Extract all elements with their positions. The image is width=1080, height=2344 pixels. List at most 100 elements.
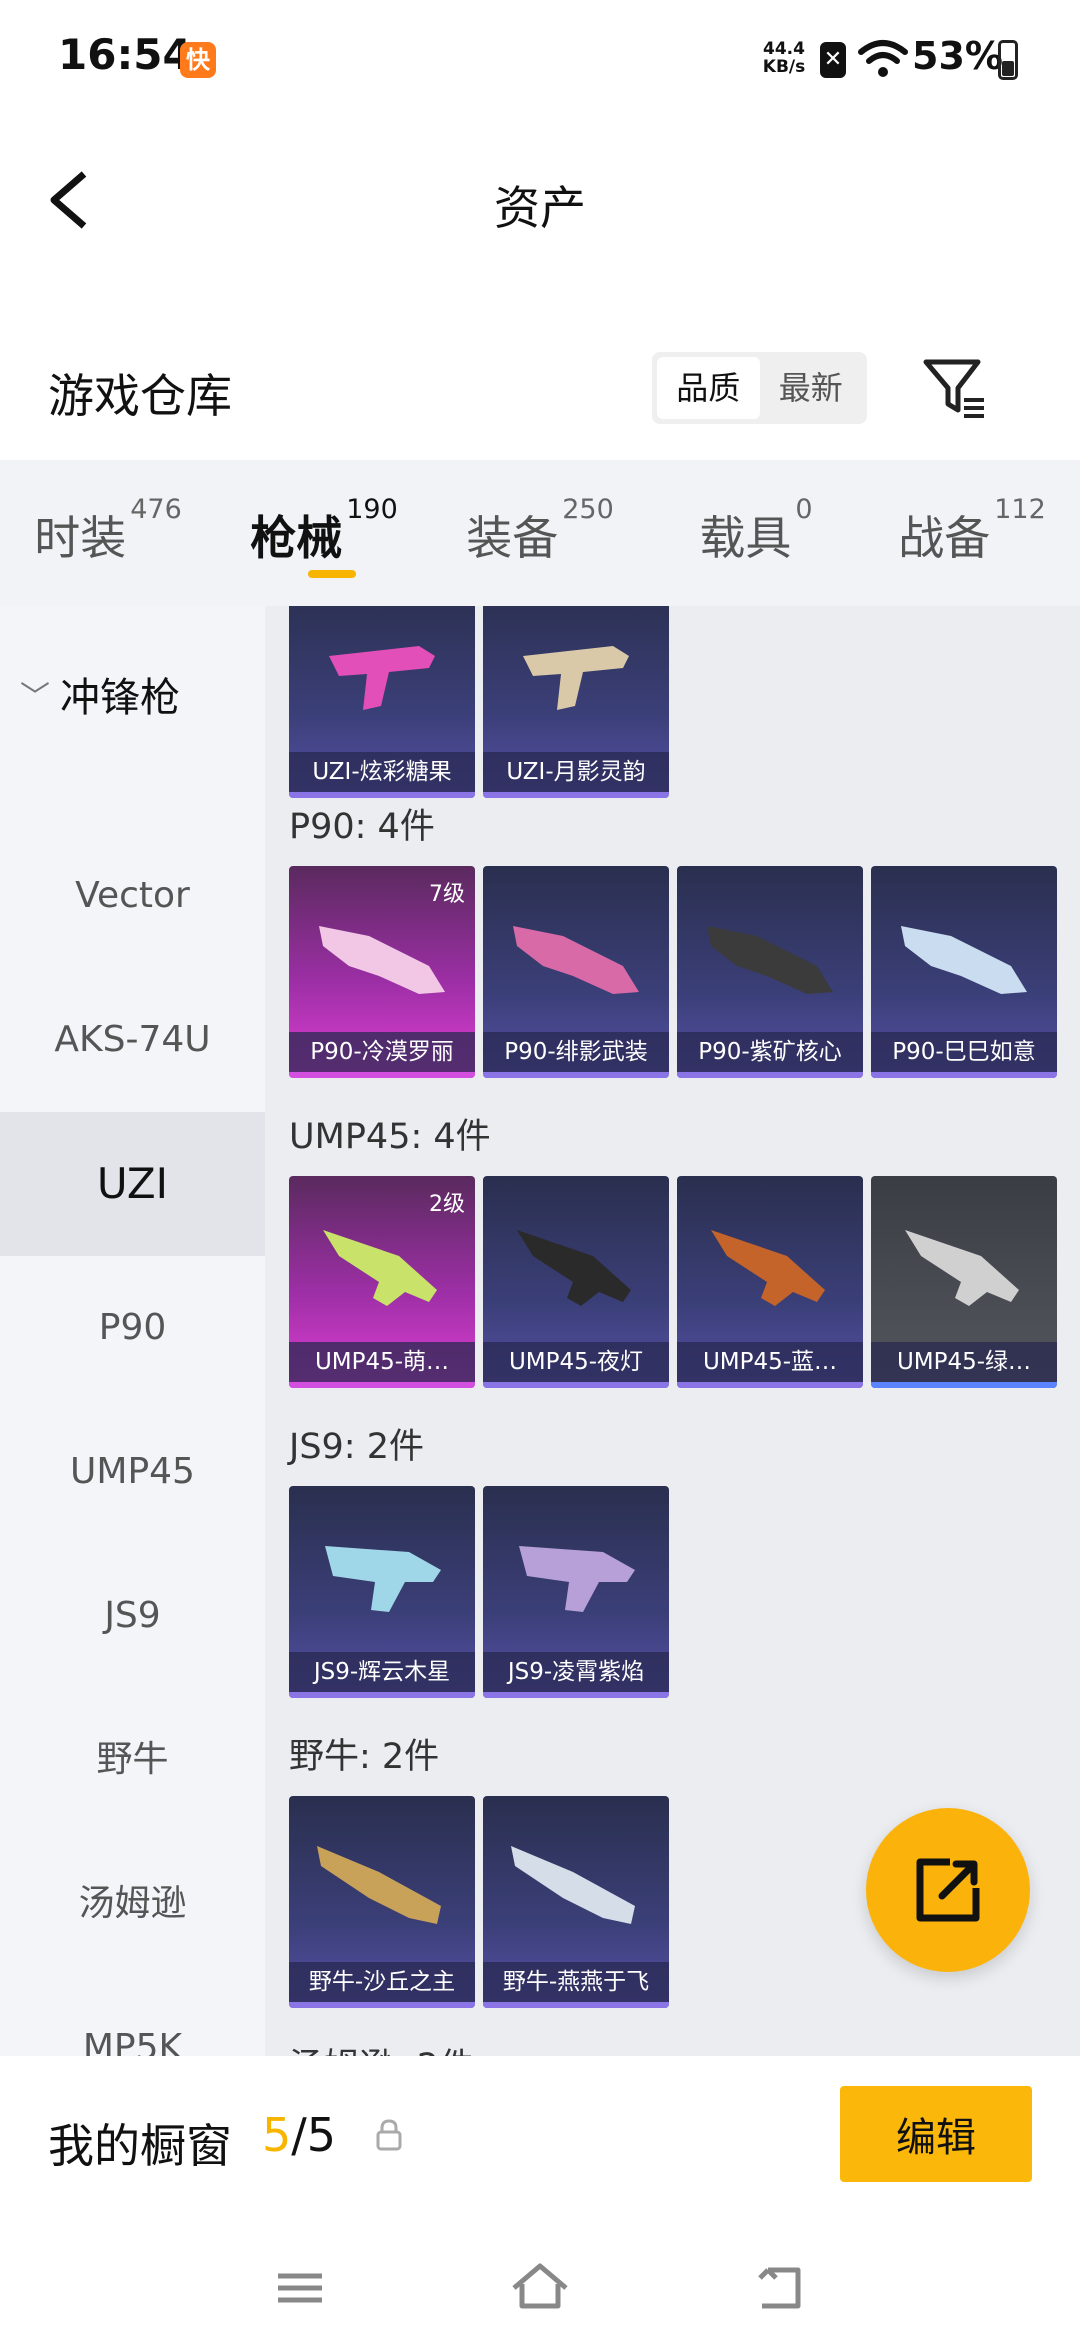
- filter-icon[interactable]: [920, 354, 990, 424]
- weapon-skin-image: [317, 1846, 441, 1924]
- net-speed: 44.4 KB/s: [760, 40, 808, 76]
- tab-count: 0: [795, 494, 813, 525]
- back-icon[interactable]: [748, 2258, 812, 2318]
- item-name: JS9-凌霄紫焰: [483, 1652, 669, 1692]
- share-button[interactable]: [866, 1808, 1030, 1972]
- weapon-skin-image: [707, 926, 833, 994]
- quality-bar: [871, 1382, 1057, 1388]
- weapon-skin-image: [523, 646, 629, 710]
- home-icon[interactable]: [508, 2258, 572, 2318]
- tab-vehicles[interactable]: 载具0: [648, 460, 864, 606]
- showcase-count-current: 5: [262, 2108, 292, 2162]
- item-card[interactable]: JS9-凌霄紫焰: [483, 1486, 669, 1698]
- sidebar-item-thompson[interactable]: 汤姆逊: [0, 1832, 265, 1976]
- net-speed-unit: KB/s: [762, 57, 806, 77]
- quality-bar: [483, 1382, 669, 1388]
- showcase-title: 我的橱窗: [48, 2119, 232, 2173]
- tab-firearms[interactable]: 枪械190: [216, 460, 432, 606]
- item-card[interactable]: JS9-辉云木星: [289, 1486, 475, 1698]
- share-export-icon: [916, 1858, 980, 1922]
- item-name: UZI-炫彩糖果: [289, 752, 475, 792]
- quality-bar: [289, 2002, 475, 2008]
- item-name: 野牛-沙丘之主: [289, 1962, 475, 2002]
- section-title: UMP45: 4件: [289, 1117, 491, 1157]
- sort-toggle: 品质 最新: [652, 352, 867, 424]
- page-title: 资产: [494, 181, 586, 235]
- sidebar-item-aks74u[interactable]: AKS-74U: [0, 968, 265, 1112]
- sort-option-quality[interactable]: 品质: [657, 357, 760, 419]
- item-name: 野牛-燕燕于飞: [483, 1962, 669, 2002]
- item-card[interactable]: UMP45-绿…: [871, 1176, 1057, 1388]
- sidebar-item-vector[interactable]: Vector: [0, 824, 265, 968]
- item-name: UMP45-蓝…: [677, 1342, 863, 1382]
- item-card[interactable]: UMP45-夜灯: [483, 1176, 669, 1388]
- quality-bar: [677, 1072, 863, 1078]
- weapon-skin-image: [513, 926, 639, 994]
- weapon-skin-image: [905, 1230, 1019, 1306]
- status-bar: 16:54 快 44.4 KB/s ✕ 53%: [0, 0, 1080, 120]
- item-card[interactable]: UZI-炫彩糖果: [289, 606, 475, 798]
- battery-icon: [998, 40, 1018, 80]
- quality-bar: [677, 1382, 863, 1388]
- weapon-type-sidebar: ﹀ 冲锋枪 Vector AKS-74U UZI P90 UMP45 JS9 野…: [0, 606, 265, 2068]
- showcase-count: 5/5: [262, 2108, 336, 2162]
- tab-count: 112: [994, 494, 1046, 525]
- showcase-count-separator: /: [291, 2108, 307, 2162]
- warehouse-title: 游戏仓库: [48, 369, 232, 423]
- status-time: 16:54: [58, 30, 192, 79]
- tab-count: 250: [562, 494, 614, 525]
- item-name: P90-冷漠罗丽: [289, 1032, 475, 1072]
- item-card[interactable]: 野牛-燕燕于飞: [483, 1796, 669, 2008]
- battery-percent: 53%: [912, 34, 1003, 78]
- weapon-skin-image: [325, 1546, 441, 1612]
- title-bar: 资产: [0, 120, 1080, 280]
- item-name: UMP45-夜灯: [483, 1342, 669, 1382]
- menu-icon[interactable]: [268, 2258, 332, 2318]
- weapon-skin-image: [329, 646, 435, 710]
- sidebar-item-js9[interactable]: JS9: [0, 1544, 265, 1688]
- item-name: P90-紫矿核心: [677, 1032, 863, 1072]
- category-tabs: 时装476 枪械190 装备250 载具0 战备112: [0, 460, 1080, 606]
- weapon-skin-image: [323, 1230, 437, 1306]
- tab-label: 战备: [898, 511, 991, 565]
- wifi-icon: [858, 40, 908, 77]
- sidebar-group-smg[interactable]: ﹀ 冲锋枪: [0, 626, 265, 770]
- item-card[interactable]: 2级 UMP45-萌…: [289, 1176, 475, 1388]
- item-card[interactable]: P90-绯影武装: [483, 866, 669, 1078]
- item-card[interactable]: UMP45-蓝…: [677, 1176, 863, 1388]
- quality-bar: [483, 2002, 669, 2008]
- tab-tactical[interactable]: 战备112: [864, 460, 1080, 606]
- item-card[interactable]: 野牛-沙丘之主: [289, 1796, 475, 2008]
- net-speed-value: 44.4: [763, 39, 805, 59]
- active-tab-indicator: [308, 570, 356, 578]
- quality-bar: [871, 1072, 1057, 1078]
- app-notification-icon: 快: [180, 42, 216, 78]
- quality-bar: [289, 1692, 475, 1698]
- section-title: JS9: 2件: [289, 1427, 424, 1467]
- weapon-skin-image: [901, 926, 1027, 994]
- sort-option-newest[interactable]: 最新: [760, 357, 863, 419]
- item-name: P90-绯影武装: [483, 1032, 669, 1072]
- item-card[interactable]: 7级 P90-冷漠罗丽: [289, 866, 475, 1078]
- tab-equipment[interactable]: 装备250: [432, 460, 648, 606]
- weapon-skin-image: [511, 1846, 635, 1924]
- section-title: 野牛: 2件: [289, 1737, 440, 1777]
- sidebar-item-uzi[interactable]: UZI: [0, 1112, 265, 1256]
- section-title: P90: 4件: [289, 807, 435, 847]
- tab-skins[interactable]: 时装476: [0, 460, 216, 606]
- item-name: UMP45-萌…: [289, 1342, 475, 1382]
- tab-label: 时装: [34, 511, 127, 565]
- item-card[interactable]: UZI-月影灵韵: [483, 606, 669, 798]
- item-card[interactable]: P90-紫矿核心: [677, 866, 863, 1078]
- sidebar-group-label: 冲锋枪: [60, 675, 180, 721]
- tab-count: 190: [346, 494, 398, 525]
- weapon-skin-image: [319, 926, 445, 994]
- weapon-skin-image: [519, 1546, 635, 1612]
- sidebar-item-ump45[interactable]: UMP45: [0, 1400, 265, 1544]
- sidebar-item-bizon[interactable]: 野牛: [0, 1688, 265, 1832]
- item-card[interactable]: P90-巳巳如意: [871, 866, 1057, 1078]
- quality-bar: [483, 792, 669, 798]
- edit-button[interactable]: 编辑: [840, 2086, 1032, 2182]
- sidebar-item-p90[interactable]: P90: [0, 1256, 265, 1400]
- item-name: P90-巳巳如意: [871, 1032, 1057, 1072]
